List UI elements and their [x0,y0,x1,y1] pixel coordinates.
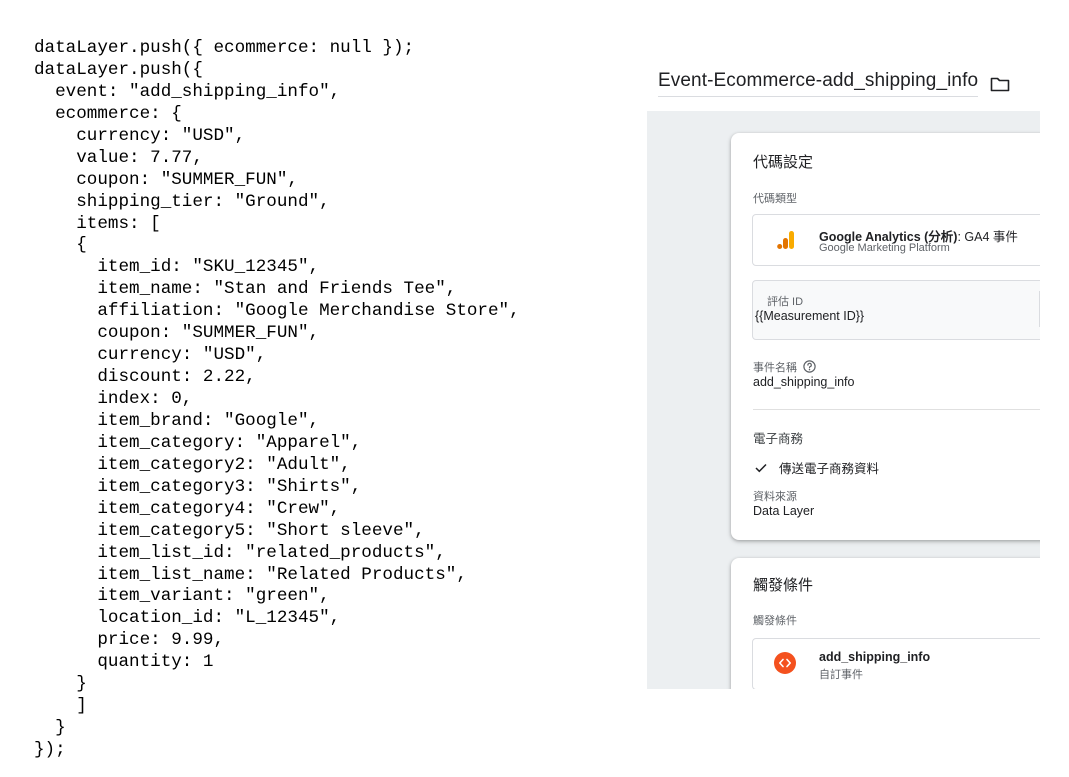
code-line: item_brand: "Google", [34,410,320,431]
code-line: coupon: "SUMMER_FUN", [34,169,298,190]
code-line: }); [34,740,66,760]
google-analytics-icon [777,231,794,249]
code-line: item_category: "Apparel", [34,432,362,453]
trigger-item[interactable]: add_shipping_info 自訂事件 [752,638,1040,689]
code-line: item_variant: "green", [34,586,330,607]
code-line: price: 9.99, [34,630,225,651]
triggering-label: 觸發條件 [753,615,797,627]
send-ecommerce-label: 傳送電子商務資料 [779,462,880,476]
code-line: item_id: "SKU_12345", [34,257,320,278]
folder-icon[interactable] [990,76,1010,92]
code-line: value: 7.77, [34,147,203,168]
event-name-value: add_shipping_info [753,375,855,389]
code-line: item_category4: "Crew", [34,498,341,519]
measurement-id-value: {{Measurement ID}} [755,309,865,323]
send-ecommerce-row[interactable]: 傳送電子商務資料 [755,458,879,477]
code-line: } [34,674,87,695]
code-line: item_category5: "Short sleeve", [34,520,425,541]
section-divider [753,409,1040,410]
code-line: location_id: "L_12345", [34,608,341,629]
code-line: item_list_id: "related_products", [34,542,446,563]
code-line: item_category3: "Shirts", [34,476,362,497]
tag-type-selector[interactable]: Google Analytics (分析): GA4 事件 Google Mar… [752,214,1040,266]
code-line: dataLayer.push({ [34,59,203,80]
code-line: item_list_name: "Related Products", [34,564,467,585]
trigger-name: add_shipping_info [819,650,931,664]
code-line: item_name: "Stan and Friends Tee", [34,279,457,300]
code-line: event: "add_shipping_info", [34,81,341,102]
code-line: index: 0, [34,389,193,409]
tag-editor-panel: 代碼設定 代碼類型 Google Analytics (分析): GA4 事件 … [647,111,1040,689]
code-line: { [34,235,87,256]
tag-header: Event-Ecommerce-add_shipping_info [658,70,1010,97]
code-line: ecommerce: { [34,103,182,124]
code-line: currency: "USD", [34,345,267,366]
event-name-label-row: 事件名稱 [753,359,816,375]
measurement-id-field[interactable]: 評估 ID {{Measurement ID}} [752,280,1040,340]
code-line: item_category2: "Adult", [34,454,351,475]
triggering-card[interactable]: 觸發條件 觸發條件 add_shipping_info 自訂事件 [731,558,1040,689]
data-source-label: 資料來源 [753,491,797,503]
measurement-id-label: 評估 ID [767,296,804,308]
tag-configuration-title: 代碼設定 [753,154,814,171]
data-source-value: Data Layer [753,504,815,518]
code-line: discount: 2.22, [34,367,256,388]
tag-type-platform: Google Marketing Platform [819,242,950,254]
ecommerce-section-title: 電子商務 [753,432,804,446]
help-icon[interactable] [803,360,816,373]
code-line: } [34,718,66,739]
code-line: currency: "USD", [34,125,246,146]
code-line: coupon: "SUMMER_FUN", [34,323,320,344]
check-icon [755,463,767,472]
code-line: ] [34,696,87,717]
code-line: items: [ [34,213,161,234]
custom-event-trigger-icon [774,652,796,674]
code-line: affiliation: "Google Merchandise Store", [34,301,520,322]
tag-type-label: 代碼類型 [753,193,797,205]
event-name-label: 事件名稱 [753,362,797,374]
tag-configuration-card[interactable]: 代碼設定 代碼類型 Google Analytics (分析): GA4 事件 … [731,133,1040,540]
code-line: shipping_tier: "Ground", [34,191,330,212]
code-line: quantity: 1 [34,652,214,673]
triggering-title: 觸發條件 [753,577,814,594]
code-line: dataLayer.push({ ecommerce: null }); [34,38,415,58]
code-snippet: dataLayer.push({ ecommerce: null }); data… [34,38,520,762]
field-divider [1039,291,1040,327]
tag-name-input[interactable]: Event-Ecommerce-add_shipping_info [658,70,979,97]
trigger-type: 自訂事件 [819,669,863,681]
